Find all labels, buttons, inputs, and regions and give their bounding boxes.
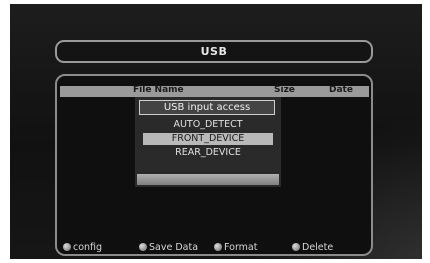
option-rear-device[interactable]: REAR_DEVICE [143, 147, 273, 159]
option-auto-detect[interactable]: AUTO_DETECT [143, 119, 273, 131]
delete-key-icon [292, 243, 300, 251]
config-key-icon [63, 243, 71, 251]
save-data-button[interactable]: Save Data [139, 242, 198, 254]
file-list-header: File Name Size Date [60, 85, 369, 97]
format-button[interactable]: Format [214, 242, 257, 254]
config-label: config [73, 242, 103, 253]
column-file-name: File Name [133, 85, 184, 95]
usb-input-popup: USB input access AUTO_DETECT FRONT_DEVIC… [135, 97, 281, 187]
tv-screen: USB File Name Size Date USB input access… [10, 4, 422, 259]
popup-title: USB input access [139, 100, 275, 115]
delete-button[interactable]: Delete [292, 242, 333, 254]
column-date: Date [329, 85, 353, 95]
save-data-key-icon [139, 243, 147, 251]
popup-bottom-bar [137, 174, 279, 185]
delete-label: Delete [302, 242, 334, 253]
page-title: USB [200, 45, 228, 58]
save-data-label: Save Data [149, 242, 199, 253]
config-button[interactable]: config [63, 242, 102, 254]
option-front-device[interactable]: FRONT_DEVICE [143, 133, 273, 145]
format-label: Format [224, 242, 258, 253]
title-bar: USB [55, 40, 373, 63]
column-size: Size [274, 85, 295, 95]
format-key-icon [214, 243, 222, 251]
